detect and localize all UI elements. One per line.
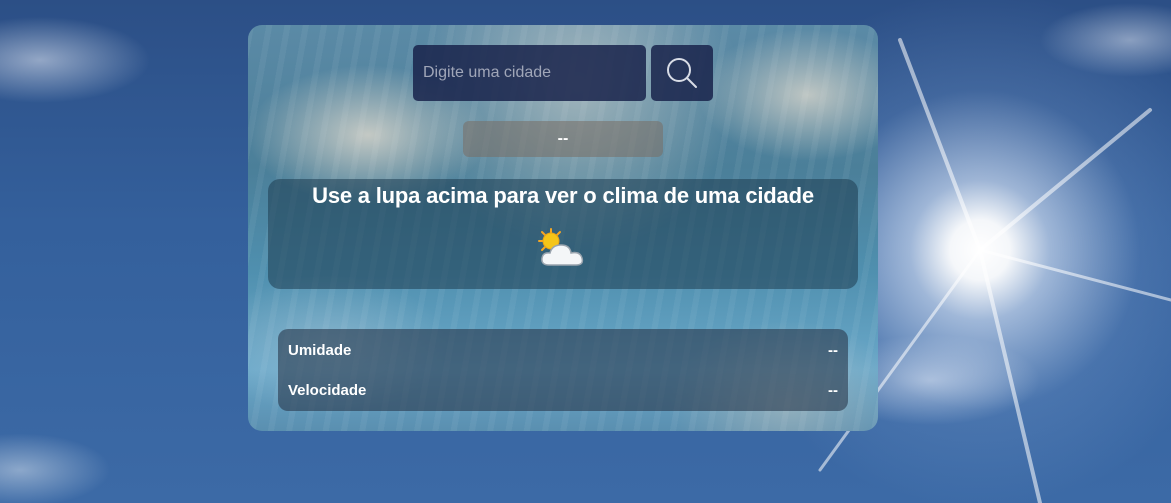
- sun-behind-cloud-icon: [538, 228, 584, 266]
- humidity-row: Umidade --: [288, 338, 838, 362]
- city-name: --: [557, 130, 569, 147]
- search-bar: [413, 45, 713, 101]
- city-name-display: --: [463, 121, 663, 157]
- weather-details-panel: Umidade -- Velocidade --: [278, 329, 848, 411]
- humidity-label: Umidade: [288, 341, 352, 359]
- wind-speed-label: Velocidade: [288, 381, 367, 399]
- weather-main-panel: Use a lupa acima para ver o clima de uma…: [268, 179, 858, 289]
- weather-card: -- Use a lupa acima para ver o clima de …: [248, 25, 878, 431]
- search-input[interactable]: [413, 45, 646, 101]
- search-icon: [667, 58, 697, 88]
- search-button[interactable]: [651, 45, 713, 101]
- weather-message: Use a lupa acima para ver o clima de uma…: [312, 183, 814, 208]
- humidity-value: --: [828, 341, 838, 359]
- wind-speed-row: Velocidade --: [288, 378, 838, 402]
- wind-speed-value: --: [828, 381, 838, 399]
